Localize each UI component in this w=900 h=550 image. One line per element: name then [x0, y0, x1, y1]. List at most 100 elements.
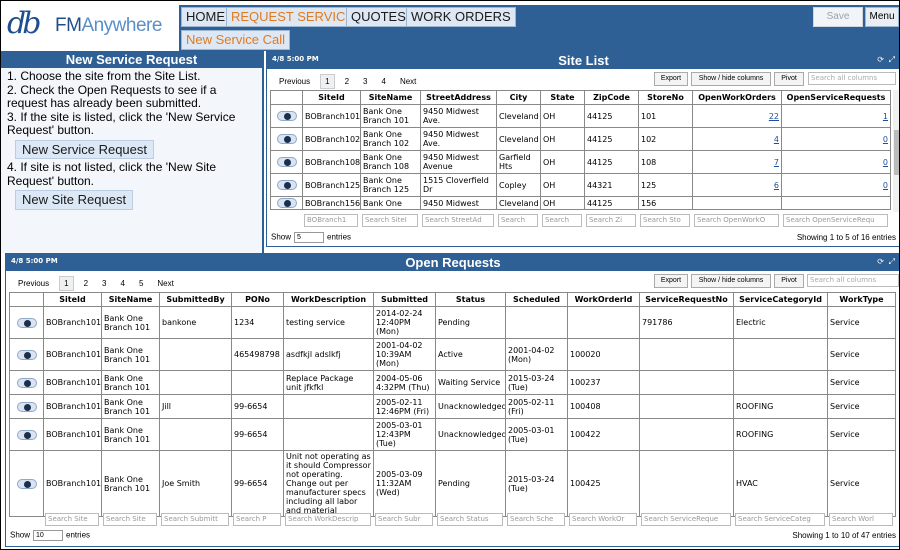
tab-home[interactable]: HOME: [181, 7, 230, 27]
row-expand-button[interactable]: [16, 478, 37, 489]
save-button[interactable]: Save: [813, 7, 863, 27]
column-filter-input[interactable]: Search WorkDescrip: [285, 513, 371, 526]
row-expand-button[interactable]: [16, 349, 37, 360]
refresh-icon[interactable]: ⟳: [877, 55, 884, 64]
row-expand-button[interactable]: [276, 157, 297, 167]
table-row[interactable]: BOBranch102 Bank One Branch 102 9450 Midwe…: [270, 127, 891, 151]
pager-page[interactable]: 4: [116, 277, 128, 290]
column-filter-input[interactable]: Search: [498, 214, 538, 227]
column-filter-input[interactable]: BOBranch1: [304, 214, 358, 227]
export-button[interactable]: Export: [654, 72, 688, 86]
column-filter-input[interactable]: Search WorkOr: [569, 513, 637, 526]
table-cell[interactable]: 4: [692, 127, 782, 151]
column-header[interactable]: WorkOrderId: [567, 292, 640, 307]
show-hide-columns-button[interactable]: Show / hide columns: [691, 274, 771, 288]
table-cell[interactable]: 7: [692, 150, 782, 174]
column-filter-input[interactable]: Search StreetAd: [422, 214, 494, 227]
table-row[interactable]: BOBranch101 Bank One Branch 101 Replace Pa…: [9, 370, 896, 395]
page-size-select[interactable]: 5: [294, 232, 325, 243]
column-filter-input[interactable]: Search: [542, 214, 582, 227]
column-header[interactable]: OpenWorkOrders: [692, 90, 782, 105]
column-filter-input[interactable]: Search Submitt: [161, 513, 229, 526]
table-row[interactable]: BOBranch101 Bank One Branch 101 99-6654 200…: [9, 418, 896, 451]
table-row[interactable]: BOBranch101 Bank One Branch 101 bankone 123…: [9, 306, 896, 339]
column-filter-input[interactable]: Search ServiceReque: [641, 513, 731, 526]
table-cell[interactable]: 0: [781, 127, 891, 151]
column-header[interactable]: [270, 90, 303, 105]
column-filter-input[interactable]: Search OpenWorkO: [694, 214, 779, 227]
table-row[interactable]: BOBranch125 Bank One Branch 125 1515 Clove…: [270, 173, 891, 197]
column-header[interactable]: PONo: [231, 292, 284, 307]
pager-page[interactable]: 2: [341, 75, 353, 88]
column-filter-input[interactable]: Search SiteI: [362, 214, 418, 227]
tab-new-service-call[interactable]: New Service Call: [181, 30, 290, 50]
column-header[interactable]: [9, 292, 44, 307]
column-header[interactable]: Scheduled: [505, 292, 568, 307]
pager-page[interactable]: 3: [98, 277, 110, 290]
column-filter-input[interactable]: Search Zi: [586, 214, 636, 227]
column-filter-input[interactable]: Search OpenServiceRequ: [783, 214, 888, 227]
pager-previous[interactable]: Previous: [14, 277, 53, 290]
pivot-button[interactable]: Pivot: [774, 72, 804, 86]
column-header[interactable]: SiteId: [302, 90, 361, 105]
pager-next[interactable]: Next: [396, 75, 420, 88]
pager-next[interactable]: Next: [153, 277, 177, 290]
column-header[interactable]: OpenServiceRequests: [781, 90, 891, 105]
column-filter-input[interactable]: Search Subr: [375, 513, 433, 526]
row-expand-button[interactable]: [276, 180, 297, 190]
row-expand-button[interactable]: [16, 317, 37, 328]
pivot-button[interactable]: Pivot: [774, 274, 804, 288]
row-expand-button[interactable]: [276, 198, 297, 208]
table-row[interactable]: BOBranch156 Bank One 9450 Midwest Cleveland…: [270, 196, 891, 210]
column-header[interactable]: State: [540, 90, 585, 105]
table-cell[interactable]: 0: [781, 173, 891, 197]
search-all-input[interactable]: Search all columns: [808, 72, 896, 85]
expand-icon[interactable]: ⤢: [889, 257, 895, 267]
new-service-request-button[interactable]: New Service Request: [15, 139, 154, 159]
row-expand-button[interactable]: [16, 401, 37, 412]
row-expand-button[interactable]: [16, 429, 37, 440]
column-header[interactable]: SiteName: [101, 292, 160, 307]
table-row[interactable]: BOBranch101 Bank One Branch 101 Jill 99-665…: [9, 394, 896, 419]
pager-page[interactable]: 1: [59, 276, 74, 291]
table-row[interactable]: BOBranch101 Bank One Branch 101 9450 Midwe…: [270, 104, 891, 128]
table-cell[interactable]: 0: [781, 150, 891, 174]
column-header[interactable]: StreetAddress: [420, 90, 497, 105]
column-header[interactable]: ZipCode: [584, 90, 639, 105]
column-header[interactable]: ServiceRequestNo: [639, 292, 734, 307]
menu-button[interactable]: Menu: [865, 7, 899, 27]
table-cell[interactable]: 1: [781, 104, 891, 128]
column-header[interactable]: City: [496, 90, 541, 105]
column-header[interactable]: SiteId: [43, 292, 102, 307]
new-site-request-button[interactable]: New Site Request: [15, 190, 134, 210]
column-filter-input[interactable]: Search Sto: [640, 214, 690, 227]
column-header[interactable]: StoreNo: [638, 90, 693, 105]
column-header[interactable]: WorkDescription: [283, 292, 374, 307]
column-filter-input[interactable]: Search Site: [103, 513, 157, 526]
pager-page[interactable]: 1: [320, 74, 335, 89]
refresh-icon[interactable]: ⟳: [877, 257, 884, 266]
show-hide-columns-button[interactable]: Show / hide columns: [691, 72, 771, 86]
table-row[interactable]: BOBranch101 Bank One Branch 101 465498798 a…: [9, 338, 896, 371]
pager-page[interactable]: 4: [377, 75, 389, 88]
pager-page[interactable]: 3: [359, 75, 371, 88]
table-cell[interactable]: [781, 196, 891, 210]
pager-page[interactable]: 5: [135, 277, 147, 290]
table-row[interactable]: BOBranch108 Bank One Branch 108 9450 Midwe…: [270, 150, 891, 174]
table-cell[interactable]: [692, 196, 782, 210]
column-header[interactable]: WorkType: [827, 292, 896, 307]
row-expand-button[interactable]: [276, 111, 297, 121]
pager-page[interactable]: 2: [80, 277, 92, 290]
page-size-select[interactable]: 10: [33, 530, 64, 541]
tab-quotes[interactable]: QUOTES: [346, 7, 411, 27]
column-filter-input[interactable]: Search P: [233, 513, 281, 526]
column-filter-input[interactable]: Search Status: [437, 513, 503, 526]
table-row[interactable]: BOBranch101 Bank One Branch 101 Joe Smith 9…: [9, 450, 896, 517]
tab-request-service[interactable]: REQUEST SERVICE: [226, 7, 360, 27]
expand-icon[interactable]: ⤢: [889, 55, 895, 65]
column-header[interactable]: Submitted: [373, 292, 436, 307]
tab-work-orders[interactable]: WORK ORDERS: [406, 7, 516, 27]
row-expand-button[interactable]: [276, 134, 297, 144]
table-cell[interactable]: 22: [692, 104, 782, 128]
column-filter-input[interactable]: Search ServiceCateg: [735, 513, 825, 526]
